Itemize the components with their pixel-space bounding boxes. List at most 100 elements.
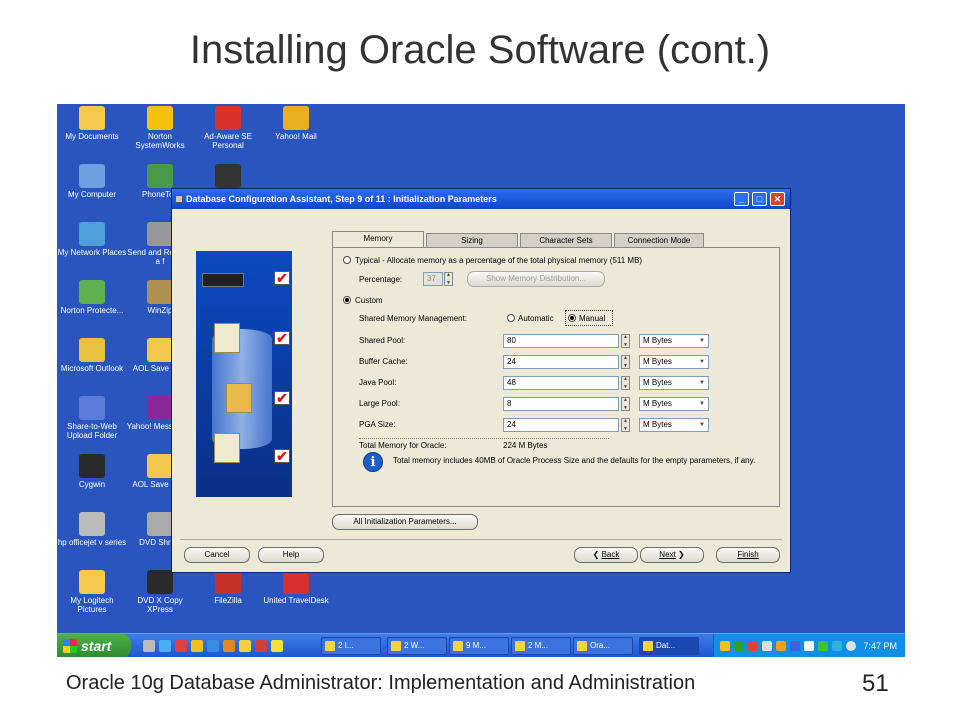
pool-value-field[interactable]: 24 — [503, 355, 619, 369]
quick-launch-icon[interactable] — [143, 640, 155, 652]
desktop-icon[interactable]: My Documents — [57, 106, 127, 141]
window-title-bar[interactable]: Database Configuration Assistant, Step 9… — [172, 189, 790, 209]
desktop-icon[interactable]: Microsoft Outlook — [57, 338, 127, 373]
dvd-icon — [215, 164, 241, 188]
typical-radio[interactable] — [343, 256, 351, 264]
memory-chip-icon — [202, 273, 244, 287]
taskbar: start 2 I... 2 W... 9 M... 2 M... Ora... Dat.… — [57, 633, 905, 657]
pool-unit-select[interactable]: M Bytes ▼ — [639, 376, 709, 390]
desktop-icon[interactable]: DVD X Copy XPress — [125, 570, 195, 614]
tray-icon[interactable] — [720, 641, 730, 651]
info-text: Total memory includes 40MB of Oracle Pro… — [393, 456, 756, 465]
tray-icon[interactable] — [762, 641, 772, 651]
quick-launch-icon[interactable] — [271, 640, 283, 652]
tray-icon[interactable] — [734, 641, 744, 651]
tray-icon[interactable] — [804, 641, 814, 651]
tray-icon[interactable] — [818, 641, 828, 651]
tab-sizing[interactable]: Sizing — [426, 233, 518, 247]
recycle-icon — [79, 280, 105, 304]
close-button[interactable]: ✕ — [770, 192, 785, 206]
quick-launch-icon[interactable] — [159, 640, 171, 652]
taskbar-task-button[interactable]: 2 M... — [511, 637, 571, 655]
desktop-icon[interactable]: Yahoo! Mail — [261, 106, 331, 141]
manual-radio[interactable] — [568, 314, 576, 322]
pool-unit-select[interactable]: M Bytes ▼ — [639, 418, 709, 432]
quick-launch-icon[interactable] — [175, 640, 187, 652]
desktop-icon[interactable]: Ad-Aware SE Personal — [193, 106, 263, 150]
quick-launch-icon[interactable] — [223, 640, 235, 652]
custom-radio[interactable] — [343, 296, 351, 304]
next-button[interactable]: Next ❯ — [640, 547, 704, 563]
help-button[interactable]: Help — [258, 547, 324, 563]
task-app-icon — [643, 641, 653, 651]
pool-value-field[interactable]: 80 — [503, 334, 619, 348]
memory-tab-panel: Typical - Allocate memory as a percentag… — [332, 247, 780, 507]
tray-icon[interactable] — [846, 641, 856, 651]
taskbar-task-button[interactable]: 2 W... — [387, 637, 447, 655]
desktop-icon[interactable]: Share-to-Web Upload Folder — [57, 396, 127, 440]
cancel-button[interactable]: Cancel — [184, 547, 250, 563]
tab-connection-mode[interactable]: Connection Mode — [614, 233, 704, 247]
automatic-radio[interactable] — [507, 314, 515, 322]
pool-spinner[interactable] — [621, 355, 630, 369]
taskbar-task-button[interactable]: Dat... — [639, 637, 699, 655]
desktop-icon[interactable]: FileZilla — [193, 570, 263, 605]
show-memory-distribution-button[interactable]: Show Memory Distribution... — [467, 271, 605, 287]
tray-icon[interactable] — [776, 641, 786, 651]
taskbar-task-label: 2 W... — [404, 641, 425, 650]
desktop-icon[interactable] — [193, 164, 263, 190]
tray-icon[interactable] — [832, 641, 842, 651]
pool-unit-select[interactable]: M Bytes ▼ — [639, 355, 709, 369]
dvdx-icon — [147, 570, 173, 594]
pool-unit-select[interactable]: M Bytes ▼ — [639, 334, 709, 348]
slide-page-number: 51 — [862, 670, 889, 697]
pool-spinner[interactable] — [621, 397, 630, 411]
custom-label: Custom — [355, 296, 383, 305]
back-button[interactable]: ❮ Back — [574, 547, 638, 563]
quick-launch-icon[interactable] — [207, 640, 219, 652]
pool-value-field[interactable]: 8 — [503, 397, 619, 411]
pool-spinner[interactable] — [621, 376, 630, 390]
desktop-icon-label: Yahoo! Mail — [275, 132, 317, 141]
filezilla-icon — [215, 570, 241, 594]
quick-launch-icon[interactable] — [255, 640, 267, 652]
desktop-icon[interactable]: United TravelDesk — [261, 570, 331, 605]
desktop-icon[interactable]: Norton SystemWorks — [125, 106, 195, 150]
taskbar-task-button[interactable]: 2 I... — [321, 637, 381, 655]
desktop-icon[interactable]: My Logitech Pictures — [57, 570, 127, 614]
printer-icon — [79, 512, 105, 536]
pool-spinner[interactable] — [621, 418, 630, 432]
desktop-icon[interactable]: Cygwin — [57, 454, 127, 489]
help-document-icon — [214, 433, 240, 463]
outlook-icon — [79, 338, 105, 362]
desktop-icon[interactable]: Norton Protecte... — [57, 280, 127, 315]
finish-button[interactable]: Finish — [716, 547, 780, 563]
pool-unit-select[interactable]: M Bytes ▼ — [639, 397, 709, 411]
windows-logo-icon — [63, 639, 77, 653]
tray-icon[interactable] — [748, 641, 758, 651]
all-initialization-parameters-button[interactable]: All Initialization Parameters... — [332, 514, 478, 530]
tab-memory[interactable]: Memory — [332, 231, 424, 247]
start-button[interactable]: start — [57, 634, 131, 657]
desktop-icon[interactable]: hp officejet v series — [57, 512, 127, 547]
pool-spinner[interactable] — [621, 334, 630, 348]
pool-value-field[interactable]: 24 — [503, 418, 619, 432]
quick-launch-icon[interactable] — [191, 640, 203, 652]
percentage-field[interactable]: 37 — [423, 272, 443, 286]
task-app-icon — [515, 641, 525, 651]
percentage-spinner[interactable] — [444, 272, 453, 286]
quick-launch-icon[interactable] — [239, 640, 251, 652]
maximize-button[interactable]: □ — [752, 192, 767, 206]
desktop: My Documents Norton SystemWorks Ad-Aware S… — [57, 104, 905, 657]
messenger-icon — [147, 396, 173, 420]
desktop-icon-label: Ad-Aware SE Personal — [204, 132, 252, 150]
pool-value-field[interactable]: 48 — [503, 376, 619, 390]
pool-label: PGA Size: — [359, 420, 396, 429]
tray-icon[interactable] — [790, 641, 800, 651]
desktop-icon[interactable]: My Network Places — [57, 222, 127, 257]
taskbar-task-button[interactable]: 9 M... — [449, 637, 509, 655]
taskbar-task-button[interactable]: Ora... — [573, 637, 633, 655]
desktop-icon[interactable]: My Computer — [57, 164, 127, 199]
tab-character-sets[interactable]: Character Sets — [520, 233, 612, 247]
minimize-button[interactable]: _ — [734, 192, 749, 206]
